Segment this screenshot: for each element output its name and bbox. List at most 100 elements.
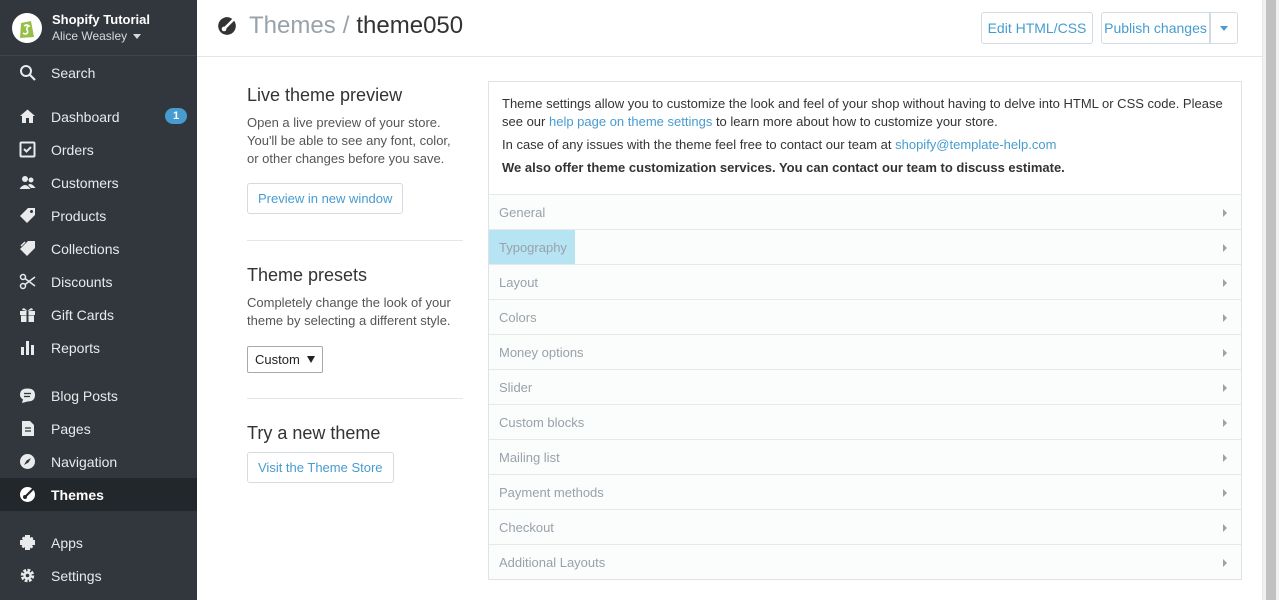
breadcrumb-separator: /	[342, 12, 350, 39]
sidebar-item-blog-posts[interactable]: Blog Posts	[0, 379, 197, 412]
preview-in-new-window-button[interactable]: Preview in new window	[247, 183, 404, 214]
store-user: Alice Weasley	[52, 28, 150, 44]
edit-html-css-button[interactable]: Edit HTML/CSS	[981, 12, 1093, 44]
sidebar-item-navigation[interactable]: Navigation	[0, 445, 197, 478]
settings-section-typography[interactable]: Typography	[489, 229, 1241, 272]
sidebar-item-customers[interactable]: Customers	[0, 166, 197, 199]
settings-section-additional-layouts[interactable]: Additional Layouts	[489, 544, 1241, 579]
try-new-theme-title: Try a new theme	[247, 423, 381, 443]
discounts-icon	[19, 273, 36, 290]
sidebar-item-themes[interactable]: Themes	[0, 478, 197, 511]
sidebar: Shopify Tutorial Alice Weasley Search Da…	[0, 0, 197, 600]
settings-section-checkout[interactable]: Checkout	[489, 509, 1241, 544]
section-label: Custom blocks	[499, 414, 585, 430]
chevron-right-icon	[1223, 419, 1227, 427]
theme-presets-title: Theme presets	[247, 265, 368, 285]
chevron-right-icon	[1223, 209, 1227, 217]
info-paragraph: Theme settings allow you to customize th…	[502, 96, 1223, 129]
sidebar-item-dashboard[interactable]: Dashboard 1	[0, 100, 197, 133]
help-page-link[interactable]: help page on theme settings	[549, 114, 712, 129]
section-label: Checkout	[499, 519, 554, 535]
theme-preset-value: Custom	[255, 352, 300, 367]
store-switcher[interactable]: Shopify Tutorial Alice Weasley	[0, 0, 197, 56]
theme-preset-select[interactable]: Custom	[247, 346, 323, 373]
section-label: Colors	[499, 309, 537, 325]
orders-icon	[19, 141, 36, 158]
sidebar-item-label: Gift Cards	[51, 306, 115, 323]
sidebar-item-label: Navigation	[51, 453, 118, 470]
search-icon	[20, 65, 36, 81]
sidebar-search[interactable]: Search	[0, 56, 197, 89]
chevron-right-icon	[1223, 279, 1227, 287]
page-scrollbar[interactable]	[1262, 0, 1279, 600]
section-label: Mailing list	[499, 449, 560, 465]
sidebar-item-label: Orders	[51, 141, 94, 158]
sidebar-item-apps[interactable]: Apps	[0, 526, 197, 559]
theme-settings-info: Theme settings allow you to customize th…	[502, 95, 1232, 182]
settings-section-slider[interactable]: Slider	[489, 369, 1241, 404]
sidebar-item-label: Discounts	[51, 273, 113, 290]
chevron-right-icon	[1223, 559, 1227, 567]
chevron-right-icon	[1223, 524, 1227, 532]
sidebar-item-label: Dashboard	[51, 108, 120, 125]
visit-theme-store-button[interactable]: Visit the Theme Store	[247, 452, 394, 483]
gear-icon	[20, 568, 35, 583]
chevron-right-icon	[1223, 349, 1227, 357]
section-label: General	[499, 204, 546, 220]
tag-icon	[20, 208, 35, 223]
settings-section-colors[interactable]: Colors	[489, 299, 1241, 334]
sidebar-item-orders[interactable]: Orders	[0, 133, 197, 166]
sidebar-item-products[interactable]: Products	[0, 199, 197, 232]
publish-changes-button[interactable]: Publish changes	[1101, 12, 1210, 44]
settings-section-layout[interactable]: Layout	[489, 264, 1241, 299]
collections-icon	[20, 241, 35, 256]
page-header: Themes / theme050 Edit HTML/CSS Publish …	[197, 0, 1262, 57]
breadcrumb-themes[interactable]: Themes	[249, 12, 336, 40]
scrollbar-thumb[interactable]	[1266, 0, 1276, 600]
sidebar-item-label: Themes	[51, 486, 104, 503]
theme-settings-panel: Theme settings allow you to customize th…	[488, 81, 1242, 580]
chevron-right-icon	[1223, 489, 1227, 497]
theme-presets-description: Completely change the look of your theme…	[247, 295, 451, 328]
support-email-link[interactable]: shopify@template-help.com	[895, 137, 1056, 152]
dropdown-arrow-icon	[307, 356, 315, 363]
live-preview-title: Live theme preview	[247, 85, 403, 105]
store-name: Shopify Tutorial	[52, 11, 150, 27]
sidebar-item-reports[interactable]: Reports	[0, 331, 197, 364]
section-label: Money options	[499, 344, 584, 360]
settings-section-mailing-list[interactable]: Mailing list	[489, 439, 1241, 474]
sidebar-item-label: Apps	[51, 534, 83, 551]
sidebar-item-label: Blog Posts	[51, 387, 118, 404]
info-paragraph: In case of any issues with the theme fee…	[502, 137, 1057, 152]
sidebar-item-label: Products	[51, 207, 107, 224]
theme-name: theme050	[356, 12, 464, 39]
section-label: Payment methods	[499, 484, 604, 500]
chevron-right-icon	[1223, 454, 1227, 462]
sidebar-item-settings[interactable]: Settings	[0, 559, 197, 592]
customization-services-note: We also offer theme customization servic…	[502, 160, 1065, 175]
section-label: Additional Layouts	[499, 554, 606, 570]
customers-icon	[19, 176, 36, 189]
blog-icon	[20, 388, 35, 403]
sidebar-item-label: Pages	[51, 420, 91, 437]
publish-dropdown-button[interactable]	[1210, 12, 1238, 44]
sidebar-item-pages[interactable]: Pages	[0, 412, 197, 445]
sidebar-item-gift-cards[interactable]: Gift Cards	[0, 298, 197, 331]
settings-section-money-options[interactable]: Money options	[489, 334, 1241, 369]
chevron-right-icon	[1223, 244, 1227, 252]
section-label: Layout	[499, 274, 539, 290]
settings-section-payment-methods[interactable]: Payment methods	[489, 474, 1241, 509]
sidebar-item-label: Customers	[51, 174, 119, 191]
sidebar-item-collections[interactable]: Collections	[0, 232, 197, 265]
page-title: Themes / theme050	[217, 12, 463, 40]
themes-icon	[218, 17, 236, 35]
sidebar-item-discounts[interactable]: Discounts	[0, 265, 197, 298]
section-label: Typography	[499, 239, 567, 255]
settings-section-custom-blocks[interactable]: Custom blocks	[489, 404, 1241, 439]
home-icon	[20, 109, 35, 123]
notification-badge: 1	[165, 108, 187, 124]
live-preview-description: Open a live preview of your store. You'l…	[247, 115, 451, 166]
settings-section-general[interactable]: General	[489, 194, 1241, 229]
sidebar-item-label: Collections	[51, 240, 120, 257]
chevron-right-icon	[1223, 314, 1227, 322]
